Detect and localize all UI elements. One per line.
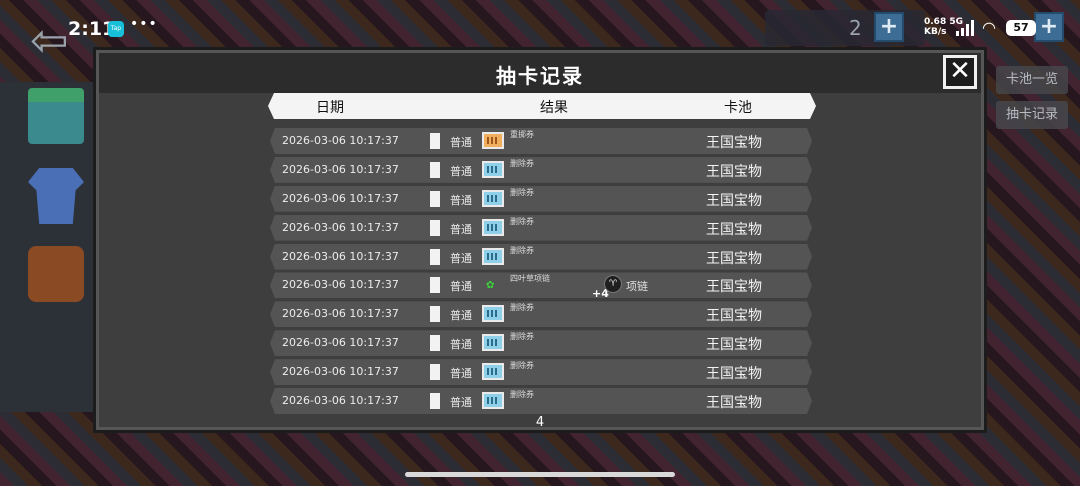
record-date: 2026-03-06 10:17:37	[282, 191, 399, 205]
wifi-icon: ◠	[982, 18, 996, 37]
table-row: 2026-03-06 10:17:37 普通 删除券 王国宝物	[270, 157, 812, 183]
rarity-bar	[430, 133, 440, 149]
table-row: 2026-03-06 10:17:37 普通 删除券 王国宝物	[270, 330, 812, 356]
ticket-blue-icon	[482, 334, 504, 351]
table-row: 2026-03-06 10:17:37 普通 删除券 王国宝物	[270, 388, 812, 414]
rarity-bar	[430, 220, 440, 236]
record-item-name: 删除券	[510, 361, 534, 371]
record-item-name: 删除券	[510, 158, 534, 168]
record-date: 2026-03-06 10:17:37	[282, 220, 399, 234]
app-notification-icon: Tap	[108, 21, 124, 37]
record-rarity: 普通	[450, 164, 472, 178]
table-row: 2026-03-06 10:17:37 普通 重掷券 王国宝物	[270, 128, 812, 154]
tab-pool-overview[interactable]: 卡池一览	[996, 66, 1068, 94]
table-row: 2026-03-06 10:17:37 普通 ✿ 四叶草项链 +4 ♈ 项链 王…	[270, 272, 812, 298]
record-item-name: 删除券	[510, 245, 534, 255]
record-date: 2026-03-06 10:17:37	[282, 307, 399, 321]
tab-draw-record[interactable]: 抽卡记录	[996, 101, 1068, 129]
record-pool: 王国宝物	[706, 279, 762, 296]
rarity-bar	[430, 335, 440, 351]
record-pool: 王国宝物	[706, 308, 762, 325]
draw-record-dialog: 抽卡记录 ✕ 日期 结果 卡池 2026-03-06 10:17:37 普通 重…	[93, 47, 987, 433]
necklace-icon: ♈	[604, 275, 622, 293]
record-date: 2026-03-06 10:17:37	[282, 162, 399, 176]
battery-indicator: 57	[1006, 20, 1036, 36]
rarity-bar	[430, 249, 440, 265]
column-header-date: 日期	[316, 100, 344, 116]
record-date: 2026-03-06 10:17:37	[282, 249, 399, 263]
record-rarity: 普通	[450, 280, 472, 294]
record-item-name: 四叶草项链	[510, 274, 550, 284]
signal-icon	[956, 20, 976, 36]
ticket-blue-icon	[482, 248, 504, 265]
record-list: 2026-03-06 10:17:37 普通 重掷券 王国宝物 2026-03-…	[270, 128, 812, 417]
table-row: 2026-03-06 10:17:37 普通 删除券 王国宝物	[270, 215, 812, 241]
rarity-bar	[430, 162, 440, 178]
record-pool: 王国宝物	[706, 163, 762, 180]
ticket-blue-icon	[482, 190, 504, 207]
dialog-title: 抽卡记录	[496, 64, 584, 88]
ticket-blue-icon	[482, 392, 504, 409]
record-pool: 王国宝物	[706, 221, 762, 238]
column-header-pool: 卡池	[724, 100, 752, 116]
record-pool: 王国宝物	[706, 192, 762, 209]
record-item-name: 删除券	[510, 332, 534, 342]
ticket-blue-icon	[482, 161, 504, 178]
record-date: 2026-03-06 10:17:37	[282, 365, 399, 379]
record-rarity: 普通	[450, 396, 472, 410]
record-item-name: 重掷券	[510, 130, 534, 139]
record-date: 2026-03-06 10:17:37	[282, 394, 399, 408]
table-row: 2026-03-06 10:17:37 普通 删除券 王国宝物	[270, 244, 812, 270]
ticket-blue-icon	[482, 305, 504, 322]
record-date: 2026-03-06 10:17:37	[282, 278, 399, 292]
table-row: 2026-03-06 10:17:37 普通 删除券 王国宝物	[270, 186, 812, 212]
record-item-name: 删除券	[510, 216, 534, 226]
item-category: 项链	[626, 280, 648, 294]
shop-icon[interactable]	[28, 88, 84, 144]
more-notifications-icon: •••	[130, 16, 158, 32]
rarity-bar	[430, 364, 440, 380]
record-rarity: 普通	[450, 251, 472, 265]
backpack-icon[interactable]	[28, 246, 84, 302]
home-indicator[interactable]	[405, 472, 675, 477]
rarity-bar	[430, 306, 440, 322]
record-rarity: 普通	[450, 222, 472, 236]
ticket-orange-icon	[482, 132, 504, 149]
record-rarity: 普通	[450, 193, 472, 207]
column-header-result: 结果	[540, 100, 568, 116]
close-button[interactable]: ✕	[943, 55, 977, 89]
ticket-blue-icon	[482, 219, 504, 236]
record-item-name: 删除券	[510, 390, 534, 400]
rarity-bar	[430, 191, 440, 207]
record-rarity: 普通	[450, 367, 472, 381]
record-pool: 王国宝物	[706, 366, 762, 383]
dialog-title-bar: 抽卡记录 ✕	[99, 53, 981, 93]
record-date: 2026-03-06 10:17:37	[282, 336, 399, 350]
record-item-name: 删除券	[510, 303, 534, 313]
table-header: 日期 结果 卡池	[268, 93, 816, 119]
record-item-name: 删除券	[510, 187, 534, 197]
record-pool: 王国宝物	[706, 135, 762, 151]
page-number: 4	[535, 415, 545, 430]
record-pool: 王国宝物	[706, 337, 762, 354]
ticket-blue-icon	[482, 363, 504, 380]
rarity-bar	[430, 393, 440, 409]
record-rarity: 普通	[450, 309, 472, 323]
table-row: 2026-03-06 10:17:37 普通 删除券 王国宝物	[270, 359, 812, 385]
clover-icon: ✿	[486, 280, 495, 292]
table-row: 2026-03-06 10:17:37 普通 删除券 王国宝物	[270, 301, 812, 327]
record-rarity: 普通	[450, 338, 472, 352]
record-date: 2026-03-06 10:17:37	[282, 134, 399, 147]
rarity-bar	[430, 277, 440, 293]
record-pool: 王国宝物	[706, 395, 762, 412]
record-rarity: 普通	[450, 136, 472, 149]
record-pool: 王国宝物	[706, 250, 762, 267]
